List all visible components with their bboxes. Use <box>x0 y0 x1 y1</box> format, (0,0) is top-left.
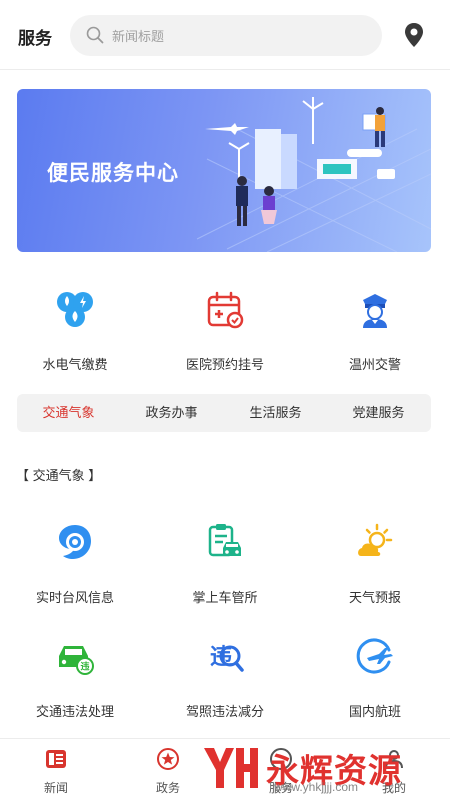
grid-label: 交通违法处理 <box>35 704 114 719</box>
grid-label: 实时台风信息 <box>35 590 114 605</box>
grid-label: 天气预报 <box>348 590 401 605</box>
service-hospital[interactable]: 医院预约挂号 <box>150 282 300 382</box>
service-label: 医院预约挂号 <box>185 357 264 372</box>
category-tabs: 交通气象 政务办事 生活服务 党建服务 <box>17 394 431 432</box>
tab-party-services[interactable]: 党建服务 <box>327 394 430 432</box>
grid-item-violation[interactable]: 违 交通违法处理 <box>0 636 150 726</box>
search-bar[interactable] <box>70 15 382 56</box>
banner[interactable]: 便民服务中心 <box>17 89 431 252</box>
police-icon <box>363 294 387 328</box>
tab-traffic-weather[interactable]: 交通气象 <box>17 394 120 432</box>
license-points-icon: 违 <box>210 644 244 672</box>
watermark: 永辉资源网 www.yhkjjjj.com <box>200 740 430 796</box>
flight-icon <box>356 638 393 674</box>
svg-text:违: 违 <box>80 661 89 673</box>
top-header: 服务 <box>0 0 450 70</box>
banner-title: 便民服务中心 <box>47 162 179 185</box>
watermark-url: www.yhkjjjj.com <box>274 780 359 794</box>
grid-item-vehicle-office[interactable]: 掌上车管所 <box>150 522 300 612</box>
grid-item-license-points[interactable]: 违 驾照违法减分 <box>150 636 300 726</box>
search-icon <box>86 26 104 44</box>
page-title: 服务 <box>18 29 52 48</box>
nav-label: 新闻 <box>43 781 68 795</box>
grid-label: 驾照违法减分 <box>185 704 264 719</box>
tab-life-services[interactable]: 生活服务 <box>224 394 327 432</box>
service-label: 温州交警 <box>348 357 401 372</box>
grid-item-typhoon[interactable]: 实时台风信息 <box>0 522 150 612</box>
weather-icon <box>358 523 393 556</box>
search-input[interactable] <box>112 27 362 45</box>
service-police[interactable]: 温州交警 <box>300 282 450 382</box>
nav-news[interactable]: 新闻 <box>0 739 112 800</box>
typhoon-icon <box>59 525 91 559</box>
violation-car-icon: 违 <box>59 646 94 675</box>
watermark-logo-icon <box>204 748 258 788</box>
government-icon <box>157 748 179 770</box>
quick-services: 水电气缴费 医院预约挂号 温州交警 <box>0 282 450 382</box>
grid-item-flight[interactable]: 国内航班 <box>300 636 450 726</box>
grid-item-weather[interactable]: 天气预报 <box>300 522 450 612</box>
tab-government-affairs[interactable]: 政务办事 <box>120 394 223 432</box>
utilities-icon <box>57 292 93 327</box>
calendar-icon <box>207 291 244 329</box>
vehicle-office-icon <box>208 524 241 557</box>
section-title: 【 交通气象 】 <box>16 468 102 483</box>
location-pin-icon[interactable] <box>403 22 425 48</box>
service-utilities[interactable]: 水电气缴费 <box>0 282 150 382</box>
news-icon <box>46 750 66 768</box>
grid-label: 国内航班 <box>348 704 401 719</box>
service-label: 水电气缴费 <box>42 357 108 372</box>
grid-label: 掌上车管所 <box>192 590 258 605</box>
